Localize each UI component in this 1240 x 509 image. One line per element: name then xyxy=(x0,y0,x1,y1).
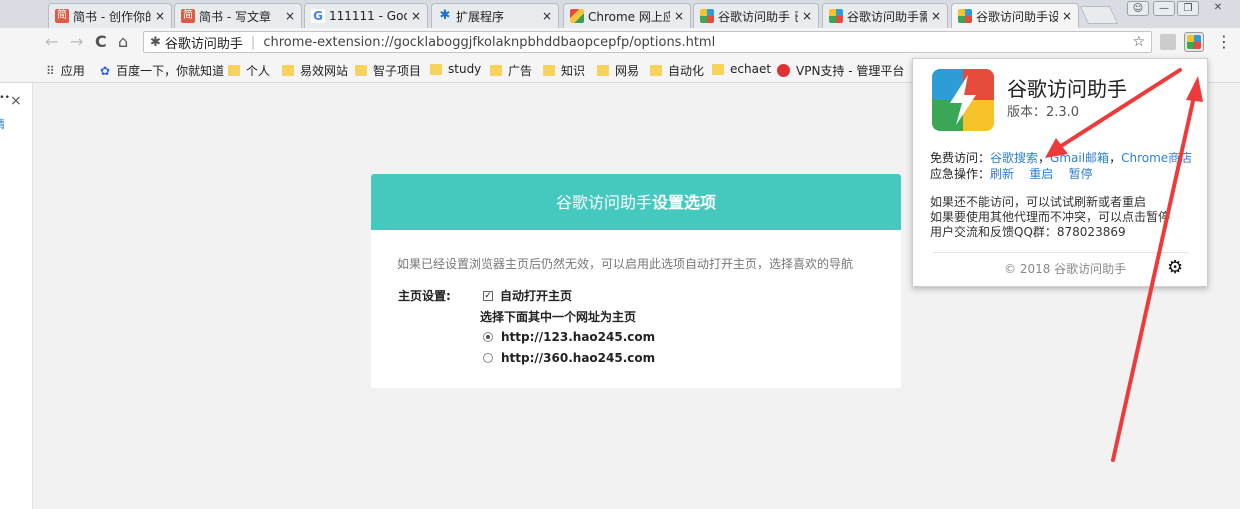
annotation-arrows xyxy=(1045,68,1203,462)
arrowhead xyxy=(1045,138,1068,158)
arrow-to-extension xyxy=(1111,90,1197,462)
arrow-to-links xyxy=(1056,68,1182,150)
arrowhead xyxy=(1186,76,1203,102)
